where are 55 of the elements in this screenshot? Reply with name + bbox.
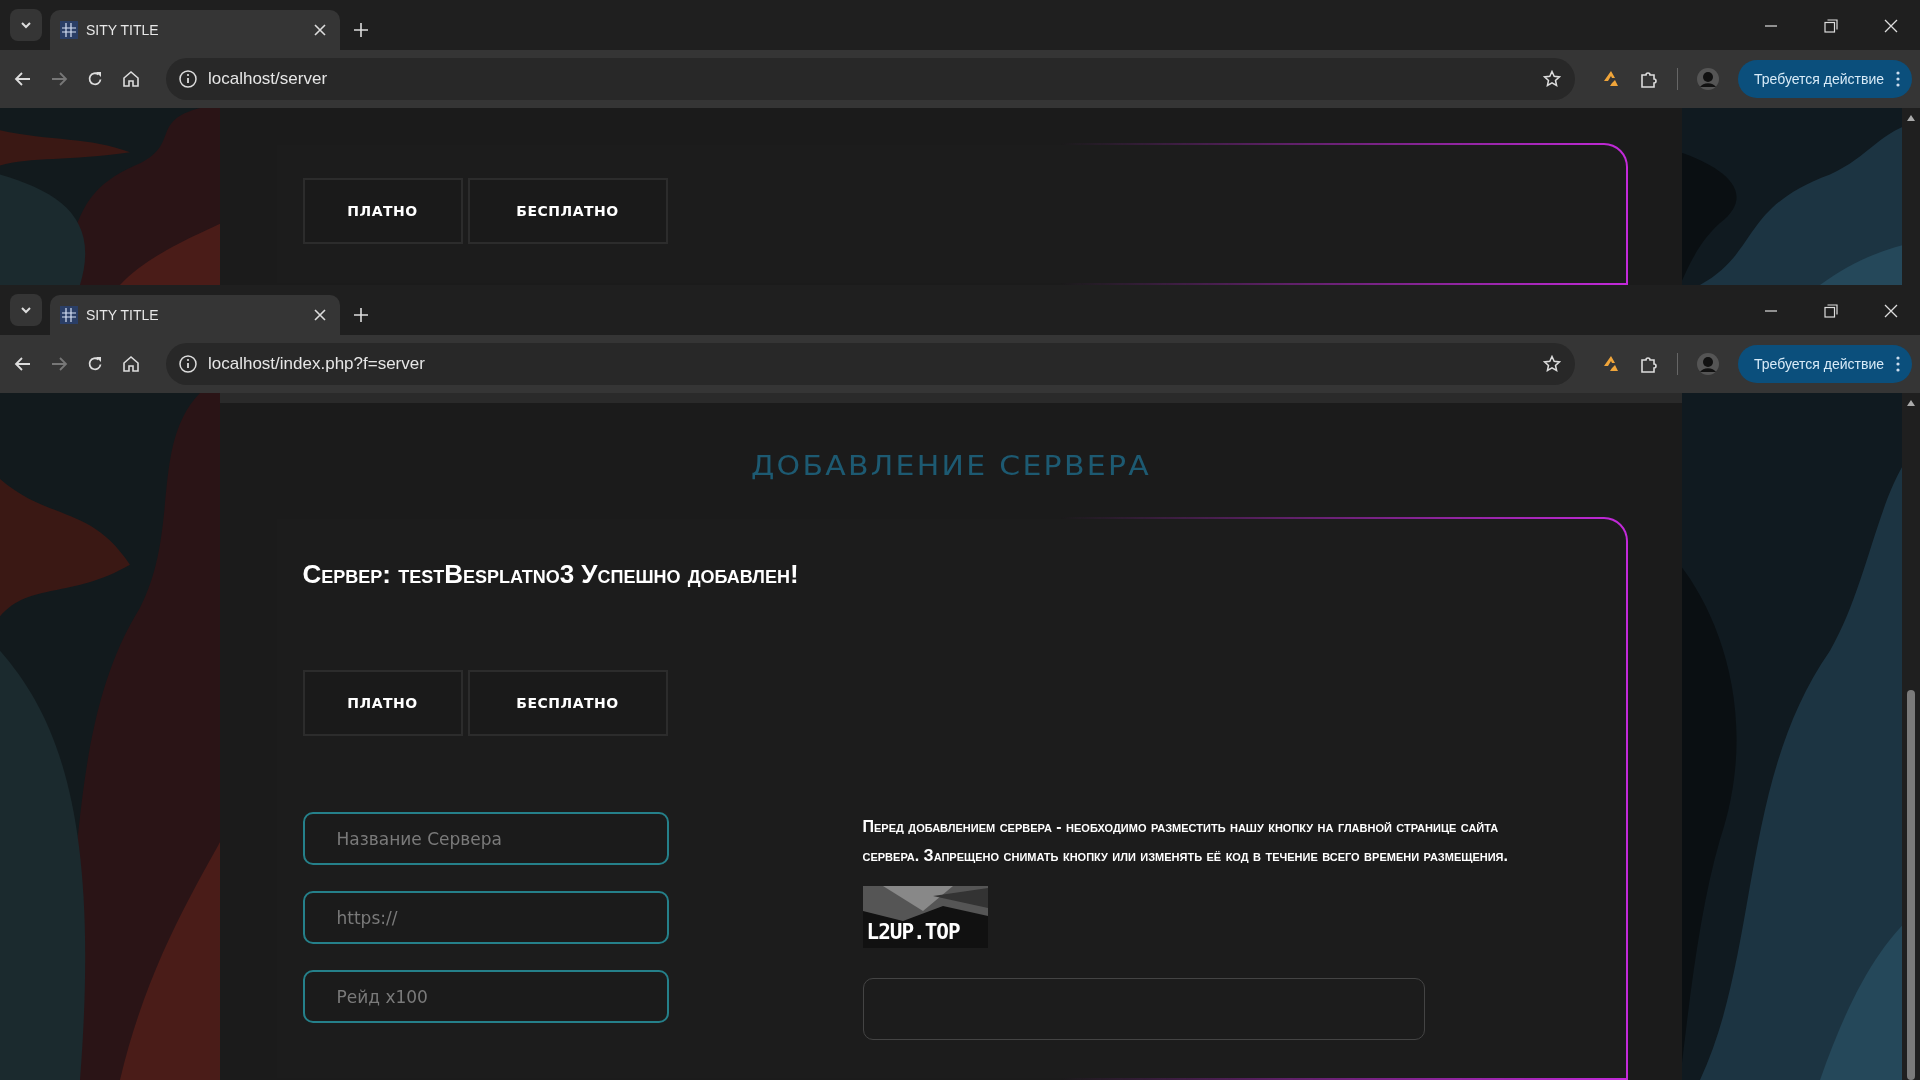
input-field[interactable]: Название Сервера bbox=[302, 812, 669, 865]
input-field[interactable]: Рейд x100 bbox=[302, 970, 669, 1023]
tab-title: SITY TITLE bbox=[86, 22, 160, 38]
close-tab-icon[interactable] bbox=[314, 309, 326, 321]
type-button[interactable]: БЕСПЛАТНО bbox=[467, 670, 668, 736]
tab-list-button[interactable] bbox=[10, 294, 42, 326]
favicon-icon bbox=[60, 21, 78, 39]
info-icon[interactable] bbox=[178, 354, 198, 374]
close-icon[interactable] bbox=[1884, 19, 1898, 33]
tab-title: SITY TITLE bbox=[86, 307, 160, 323]
type-button[interactable]: БЕСПЛАТНО bbox=[467, 178, 668, 244]
input-field[interactable]: https:// bbox=[302, 891, 669, 944]
home-icon[interactable] bbox=[122, 70, 140, 88]
close-icon[interactable] bbox=[1884, 304, 1898, 318]
browser-tab[interactable]: SITY TITLE bbox=[50, 295, 340, 335]
address-bar[interactable]: localhost/index.php?f=server bbox=[166, 343, 1575, 385]
star-icon[interactable] bbox=[1543, 355, 1561, 373]
back-icon[interactable] bbox=[14, 355, 32, 373]
avatar-icon[interactable] bbox=[1696, 352, 1720, 376]
tab-list-button[interactable] bbox=[10, 9, 42, 41]
new-tab-icon[interactable] bbox=[354, 23, 368, 37]
action-required-button[interactable]: Требуется действие bbox=[1738, 60, 1912, 98]
new-tab-icon[interactable] bbox=[354, 308, 368, 322]
url-text: localhost/index.php?f=server bbox=[208, 354, 425, 374]
scrollbar[interactable] bbox=[1902, 393, 1920, 1080]
forward-icon[interactable] bbox=[50, 70, 68, 88]
restore-icon[interactable] bbox=[1824, 304, 1838, 318]
favicon-icon bbox=[60, 306, 78, 324]
browser-tab[interactable]: SITY TITLE bbox=[50, 10, 340, 50]
close-tab-icon[interactable] bbox=[314, 24, 326, 36]
scrollbar[interactable] bbox=[1902, 108, 1920, 285]
reload-icon[interactable] bbox=[86, 355, 104, 373]
puzzle-icon[interactable] bbox=[1639, 354, 1659, 374]
notice-text: Перед добавлением сервера - необходимо разместить нашу кнопку на главной странице сайта сервера. Запрещено снимать кнопку или изменять её код в течение всего времени размещения. bbox=[862, 817, 1509, 866]
more-icon bbox=[1896, 71, 1900, 87]
action-required-button[interactable]: Требуется действие bbox=[1738, 345, 1912, 383]
type-button[interactable]: ПЛАТНО bbox=[302, 178, 463, 244]
banner[interactable]: L2UP.TOP bbox=[862, 886, 988, 948]
home-icon[interactable] bbox=[122, 355, 140, 373]
forward-icon[interactable] bbox=[50, 355, 68, 373]
back-icon[interactable] bbox=[14, 70, 32, 88]
code-field[interactable] bbox=[862, 978, 1425, 1040]
type-button[interactable]: ПЛАТНО bbox=[302, 670, 463, 736]
puzzle-icon[interactable] bbox=[1639, 69, 1659, 89]
restore-icon[interactable] bbox=[1824, 19, 1838, 33]
star-icon[interactable] bbox=[1543, 70, 1561, 88]
page-heading: ДОБАВЛЕНИЕ СЕРВЕРА bbox=[750, 451, 1152, 481]
reload-icon[interactable] bbox=[86, 70, 104, 88]
success-message: Сервер: testBesplatno3 Успешно добавлен! bbox=[302, 559, 800, 591]
url-text: localhost/server bbox=[208, 69, 328, 89]
more-icon bbox=[1896, 356, 1900, 372]
scroll-up-icon[interactable] bbox=[1906, 399, 1916, 407]
address-bar[interactable]: localhost/server bbox=[166, 58, 1575, 100]
avatar-icon[interactable] bbox=[1696, 67, 1720, 91]
info-icon[interactable] bbox=[178, 69, 198, 89]
